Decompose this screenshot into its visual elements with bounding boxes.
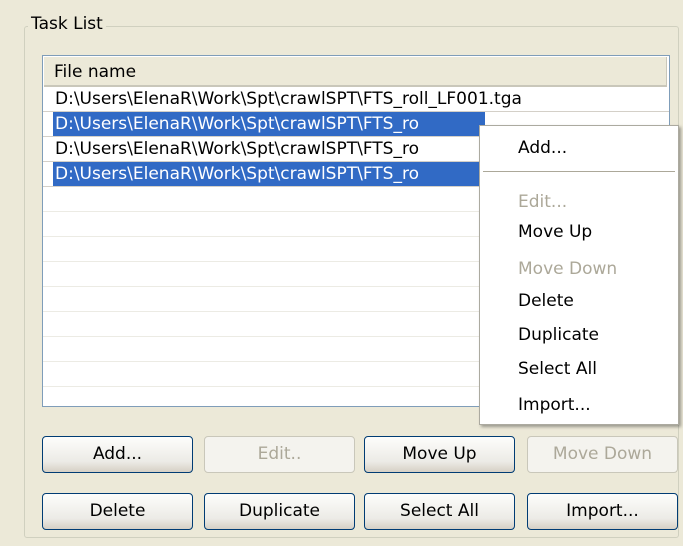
file-path: D:\Users\ElenaR\Work\Spt\crawlSPT\FTS_ro xyxy=(53,162,485,186)
delete-button[interactable]: Delete xyxy=(42,493,193,530)
menu-item-duplicate[interactable]: Duplicate xyxy=(518,320,599,350)
menu-separator xyxy=(483,171,675,172)
file-path: D:\Users\ElenaR\Work\Spt\crawlSPT\FTS_ro xyxy=(53,112,485,136)
add-button[interactable]: Add... xyxy=(42,436,193,473)
select-all-button[interactable]: Select All xyxy=(364,493,515,530)
import-button[interactable]: Import... xyxy=(527,493,678,530)
move-down-button[interactable]: Move Down xyxy=(527,436,678,473)
menu-item-select-all[interactable]: Select All xyxy=(518,354,597,384)
task-list-title: Task List xyxy=(28,12,106,36)
file-path: D:\Users\ElenaR\Work\Spt\crawlSPT\FTS_ro… xyxy=(55,89,522,109)
menu-item-move-up[interactable]: Move Up xyxy=(518,217,592,247)
menu-item-edit[interactable]: Edit... xyxy=(518,187,567,217)
column-header-label: File name xyxy=(54,62,137,82)
file-path: D:\Users\ElenaR\Work\Spt\crawlSPT\FTS_ro xyxy=(55,139,419,159)
column-header-file-name[interactable]: File name xyxy=(44,57,667,87)
task-list-panel: Task List File name D:\Users\ElenaR\Work… xyxy=(0,0,683,546)
menu-item-move-down[interactable]: Move Down xyxy=(518,254,617,284)
menu-item-add[interactable]: Add... xyxy=(518,133,567,163)
menu-item-import[interactable]: Import... xyxy=(518,390,591,420)
menu-item-delete[interactable]: Delete xyxy=(518,286,574,316)
edit-button[interactable]: Edit.. xyxy=(204,436,355,473)
context-menu: Add... Edit... Move Up Move Down Delete … xyxy=(479,125,679,425)
move-up-button[interactable]: Move Up xyxy=(364,436,515,473)
duplicate-button[interactable]: Duplicate xyxy=(204,493,355,530)
table-row[interactable]: D:\Users\ElenaR\Work\Spt\crawlSPT\FTS_ro… xyxy=(43,87,669,112)
